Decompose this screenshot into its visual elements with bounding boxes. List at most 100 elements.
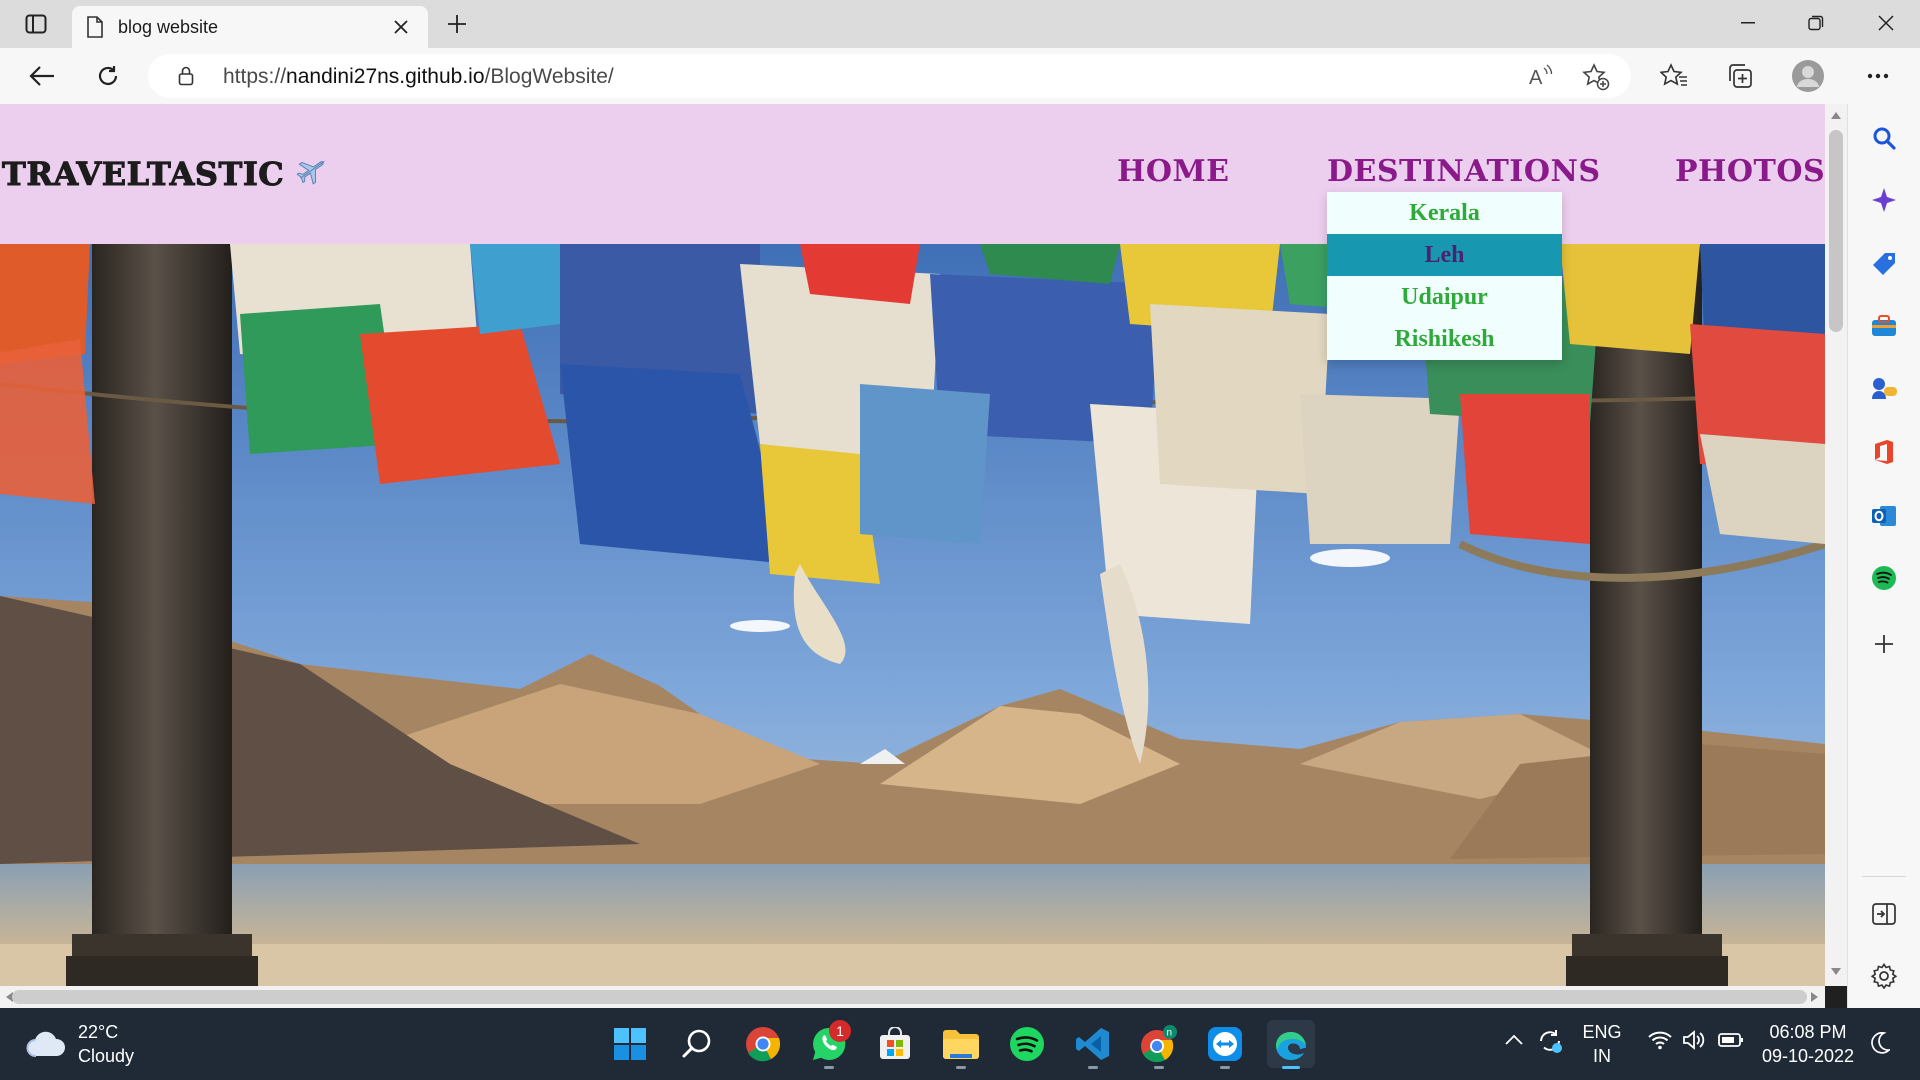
windows-start-icon xyxy=(614,1028,646,1060)
new-tab-button[interactable] xyxy=(441,8,473,40)
focus-moon-icon[interactable] xyxy=(1870,1031,1892,1059)
spotify-icon xyxy=(1010,1027,1044,1061)
dropdown-item-rishikesh[interactable]: Rishikesh xyxy=(1327,318,1562,360)
scroll-right-icon[interactable] xyxy=(1811,992,1818,1002)
refresh-button[interactable] xyxy=(88,56,128,96)
teamviewer-icon xyxy=(1208,1027,1242,1061)
taskbar-whatsapp[interactable]: 1 xyxy=(805,1020,853,1069)
games-icon[interactable] xyxy=(1866,370,1902,406)
close-window-button[interactable] xyxy=(1852,0,1920,46)
profile-button[interactable] xyxy=(1788,56,1828,96)
url-path: /BlogWebsite/ xyxy=(484,65,614,88)
horizontal-scrollbar[interactable] xyxy=(0,986,1825,1008)
taskbar-chrome-profile[interactable]: n xyxy=(1135,1020,1183,1069)
nav-destinations-link[interactable]: DESTINATIONS xyxy=(1327,154,1601,189)
site-logo[interactable]: TRAVELTASTIC xyxy=(1,152,330,196)
sync-status-icon[interactable] xyxy=(1536,1027,1564,1060)
taskbar-file-explorer[interactable] xyxy=(937,1020,985,1069)
taskbar-vscode[interactable] xyxy=(1069,1020,1117,1069)
restore-button[interactable] xyxy=(1782,0,1850,46)
dropdown-item-leh[interactable]: Leh xyxy=(1327,234,1562,276)
tools-briefcase-icon[interactable] xyxy=(1866,308,1902,344)
running-indicator xyxy=(824,1066,834,1069)
horizontal-scroll-thumb[interactable] xyxy=(12,990,1807,1004)
weather-description: Cloudy xyxy=(78,1046,135,1066)
svg-text:n: n xyxy=(1167,1028,1173,1039)
more-icon xyxy=(1867,73,1889,79)
folder-icon xyxy=(943,1030,979,1059)
language-indicator[interactable]: ENG IN xyxy=(1580,1020,1624,1068)
edge-icon xyxy=(1276,1032,1306,1060)
office-icon[interactable] xyxy=(1866,434,1902,470)
taskbar-chrome[interactable] xyxy=(739,1020,787,1068)
dropdown-item-kerala[interactable]: Kerala xyxy=(1327,192,1562,234)
sparkle-icon[interactable] xyxy=(1866,182,1902,218)
volume-icon[interactable] xyxy=(1682,1030,1706,1055)
taskbar-edge[interactable] xyxy=(1267,1020,1315,1069)
gear-icon[interactable] xyxy=(1866,958,1902,994)
show-hidden-icons-chevron-icon[interactable] xyxy=(1505,1033,1523,1051)
back-button[interactable] xyxy=(22,56,62,96)
running-indicator xyxy=(1220,1066,1230,1069)
plus-icon xyxy=(448,15,466,33)
outlook-icon[interactable] xyxy=(1866,498,1902,534)
search-icon[interactable] xyxy=(1866,120,1902,156)
restore-icon xyxy=(1808,15,1824,31)
tab-actions-icon xyxy=(25,14,47,34)
chrome-icon xyxy=(746,1027,781,1062)
taskbar-microsoft-store[interactable] xyxy=(871,1020,919,1068)
hide-sidebar-icon[interactable] xyxy=(1866,896,1902,932)
taskbar-teamviewer[interactable] xyxy=(1201,1020,1249,1069)
sidebar-divider xyxy=(1862,876,1906,877)
vertical-scrollbar[interactable] xyxy=(1825,104,1847,986)
favorites-button[interactable] xyxy=(1654,56,1694,96)
minimize-button[interactable] xyxy=(1714,0,1782,46)
url-scheme: https:// xyxy=(223,65,287,88)
tab-actions-button[interactable] xyxy=(14,9,58,39)
weather-widget[interactable]: 22°C Cloudy xyxy=(26,1020,134,1068)
whatsapp-notification-badge: 1 xyxy=(829,1020,851,1042)
cloud-icon xyxy=(26,1031,66,1057)
lock-icon xyxy=(178,66,194,86)
clock-date: 09-10-2022 xyxy=(1761,1046,1855,1066)
store-icon xyxy=(880,1027,910,1059)
settings-more-button[interactable] xyxy=(1858,56,1898,96)
arrow-left-icon xyxy=(29,66,54,86)
taskbar-spotify[interactable] xyxy=(1003,1020,1051,1068)
shopping-tag-icon[interactable] xyxy=(1866,246,1902,282)
add-sidebar-app-icon[interactable] xyxy=(1866,626,1902,662)
start-button[interactable] xyxy=(606,1020,654,1068)
running-indicator-active xyxy=(1282,1066,1300,1069)
collections-button[interactable] xyxy=(1720,56,1760,96)
browser-tab-active[interactable]: blog website xyxy=(72,6,428,48)
scroll-up-icon[interactable] xyxy=(1831,112,1841,119)
collections-icon xyxy=(1729,64,1752,88)
read-aloud-icon[interactable]: A xyxy=(1528,64,1554,93)
avatar-icon xyxy=(1792,60,1824,92)
close-icon xyxy=(1878,15,1894,31)
wifi-icon[interactable] xyxy=(1648,1030,1672,1055)
battery-icon[interactable] xyxy=(1718,1032,1744,1053)
vertical-scroll-thumb[interactable] xyxy=(1829,130,1843,332)
nav-photos-link[interactable]: PHOTOS xyxy=(1675,154,1825,189)
page-viewport: TRAVELTASTIC HOME DESTINATIONS PHOTOS Ke… xyxy=(0,104,1825,986)
nav-home-link[interactable]: HOME xyxy=(1117,154,1230,189)
taskbar-search-button[interactable] xyxy=(673,1020,721,1068)
add-favorite-icon[interactable] xyxy=(1582,63,1610,96)
clock-time: 06:08 PM xyxy=(1769,1022,1847,1042)
clock[interactable]: 06:08 PM 09-10-2022 xyxy=(1756,1020,1860,1068)
refresh-icon xyxy=(98,66,118,85)
language-code: ENG xyxy=(1582,1022,1622,1042)
tab-title: blog website xyxy=(118,16,219,37)
dropdown-item-udaipur[interactable]: Udaipur xyxy=(1327,276,1562,318)
close-tab-icon[interactable] xyxy=(388,14,414,40)
running-indicator xyxy=(1088,1066,1098,1069)
running-indicator xyxy=(1154,1066,1164,1069)
spotify-icon[interactable] xyxy=(1866,560,1902,596)
edge-sidebar xyxy=(1847,104,1920,1008)
address-bar[interactable]: https://nandini27ns.github.io/BlogWebsit… xyxy=(148,54,1631,98)
running-indicator xyxy=(956,1066,966,1069)
chrome-profile-icon: n xyxy=(1141,1025,1177,1063)
browser-title-bar: blog website xyxy=(0,0,1920,48)
scroll-down-icon[interactable] xyxy=(1831,968,1841,975)
